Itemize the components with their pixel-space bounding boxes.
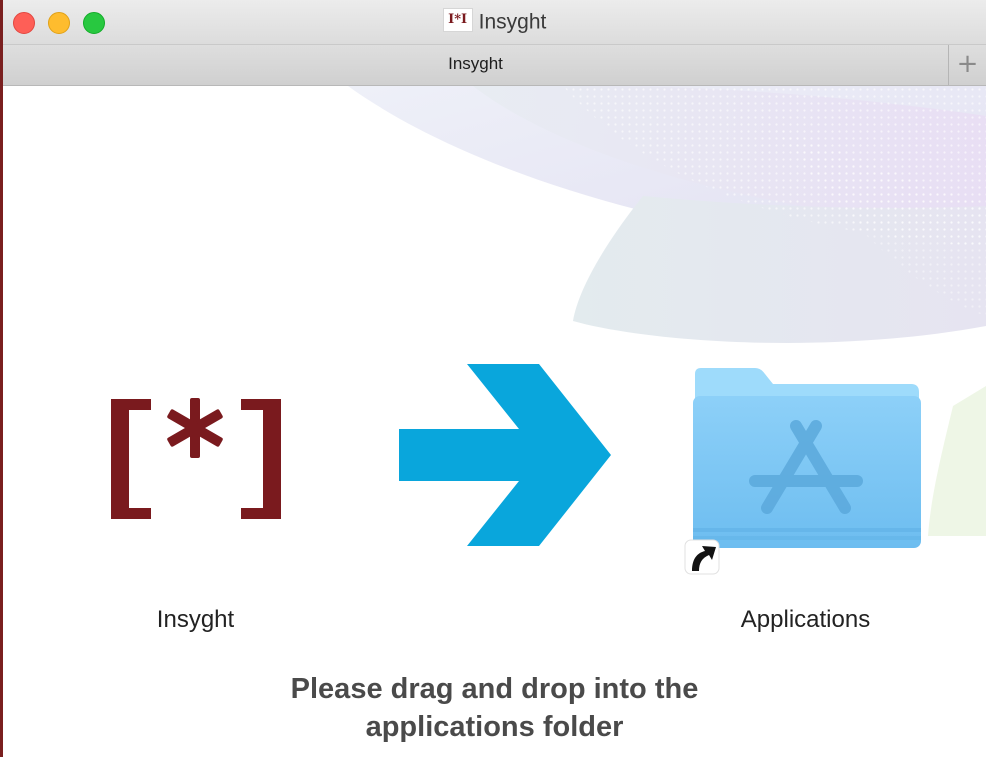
finder-window: I*I Insyght Insyght + Insyght Applicatio… [3, 0, 986, 757]
app-title-icon: I*I [442, 8, 473, 33]
window-title: I*I Insyght [3, 8, 986, 34]
alias-arrow-icon [684, 539, 720, 575]
applications-folder-label: Applications [740, 606, 871, 633]
logo-left-bracket-icon [111, 399, 151, 519]
tab-bar: Insyght + [3, 45, 986, 86]
window-title-text: Insyght [478, 10, 547, 34]
title-bar[interactable]: I*I Insyght [3, 0, 986, 45]
arrow-right-icon [399, 364, 611, 546]
insyght-app-label: Insyght [156, 606, 235, 633]
instructions-line-1: Please drag and drop into the [290, 673, 699, 705]
logo-right-bracket-icon [241, 399, 281, 519]
insyght-app-logo[interactable] [107, 386, 287, 526]
instructions-line-2: applications folder [365, 711, 624, 743]
drag-instructions: Please drag and drop into the applicatio… [3, 670, 986, 746]
plus-icon[interactable]: + [949, 45, 986, 85]
dmg-background: Insyght Applications Please drag and dro… [3, 86, 986, 757]
tab-insyght[interactable]: Insyght [3, 45, 949, 85]
logo-asterisk-icon [167, 398, 223, 458]
